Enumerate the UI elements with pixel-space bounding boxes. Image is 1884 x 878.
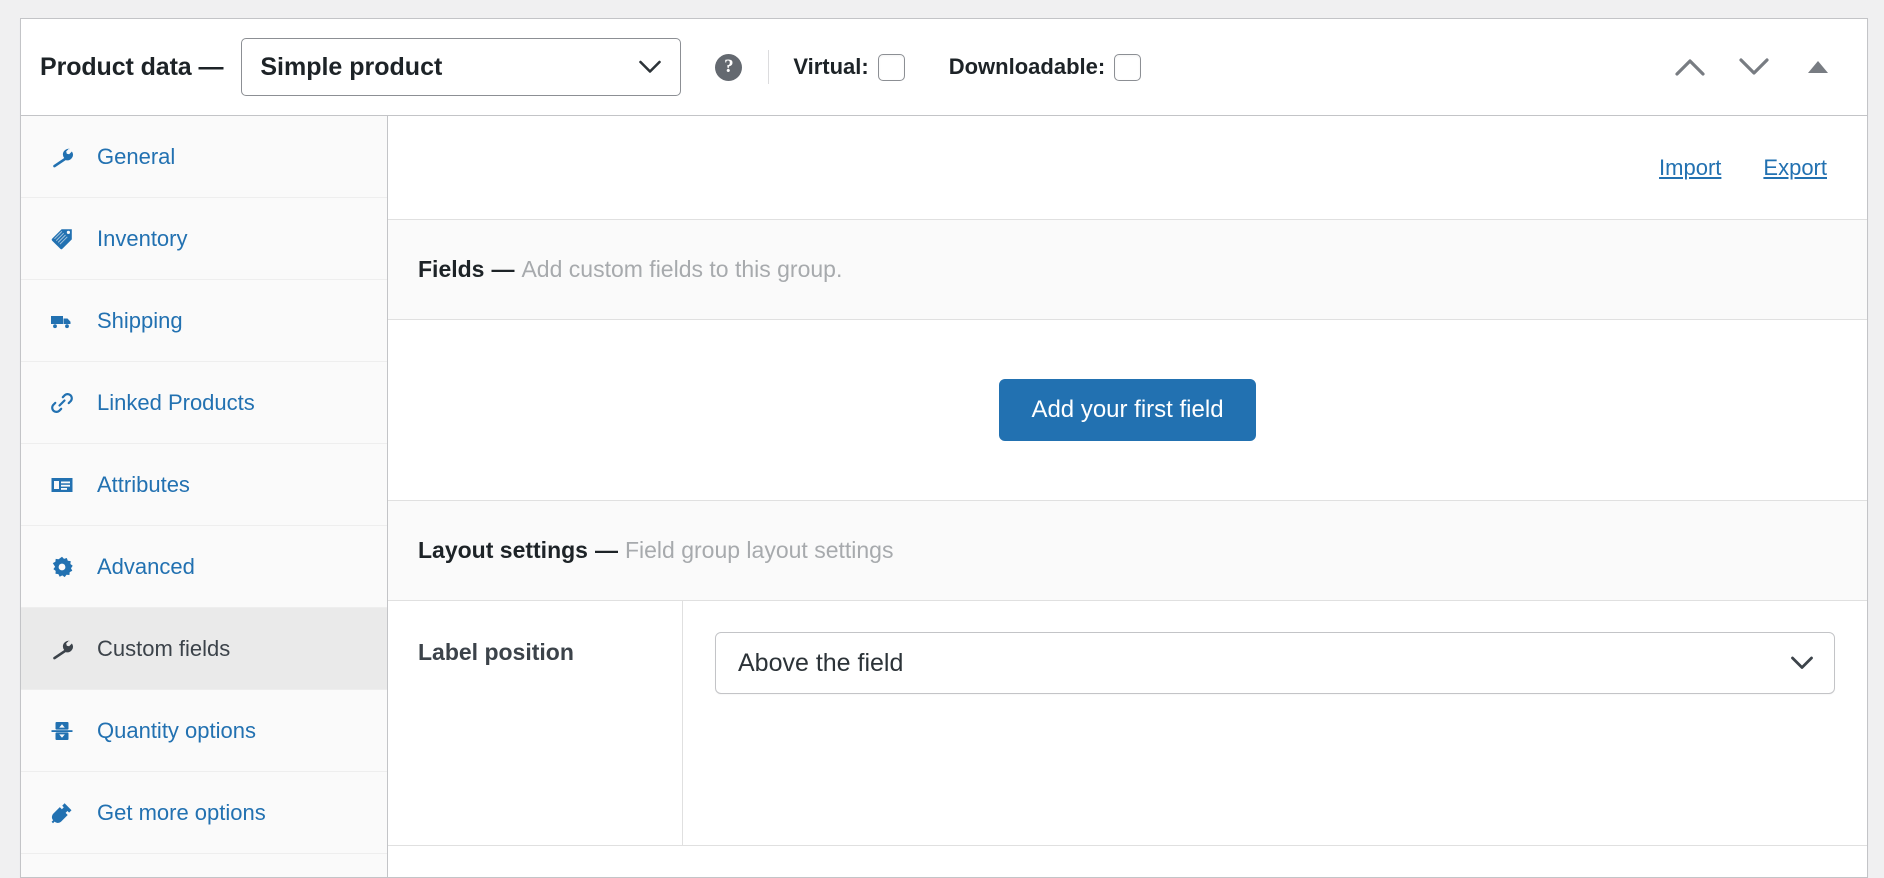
panel-header-actions — [1669, 46, 1839, 88]
sidebar-item-get-more-options[interactable]: Get more options — [21, 772, 387, 854]
move-up-button[interactable] — [1669, 46, 1711, 88]
help-glyph: ? — [724, 56, 734, 78]
list-view-icon — [49, 472, 75, 498]
virtual-checkbox-group[interactable]: Virtual: — [793, 54, 904, 81]
panel-header: Product data — Simple product ? Virtual:… — [21, 19, 1867, 116]
fields-empty-state: Add your first field — [388, 320, 1867, 501]
sidebar-item-advanced[interactable]: Advanced — [21, 526, 387, 608]
fields-section-dash: — — [491, 256, 514, 283]
label-position-row: Label position Above the field — [388, 601, 1867, 846]
sidebar-item-general[interactable]: General — [21, 116, 387, 198]
import-link[interactable]: Import — [1659, 155, 1721, 181]
label-position-label-column: Label position — [388, 601, 683, 845]
layout-section-description: Field group layout settings — [625, 537, 894, 564]
sidebar-item-label: Custom fields — [97, 636, 230, 662]
sidebar-item-label: Quantity options — [97, 718, 256, 744]
sidebar-item-label: Attributes — [97, 472, 190, 498]
add-first-field-button[interactable]: Add your first field — [999, 379, 1255, 441]
page-title: Product data — — [40, 53, 223, 82]
sidebar-item-label: Advanced — [97, 554, 195, 580]
panel-body: General Inventory — [21, 116, 1867, 877]
sidebar-item-label: General — [97, 144, 175, 170]
plugin-icon — [49, 800, 75, 826]
sidebar-item-attributes[interactable]: Attributes — [21, 444, 387, 526]
sidebar-item-label: Shipping — [97, 308, 183, 334]
layout-settings-header: Layout settings — Field group layout set… — [388, 501, 1867, 601]
wrench-icon — [49, 636, 75, 662]
custom-fields-content: Import Export Fields — Add custom fields… — [388, 116, 1867, 877]
label-position-input-column: Above the field — [683, 601, 1867, 845]
chevron-down-icon — [1739, 58, 1769, 76]
link-icon — [49, 390, 75, 416]
sidebar-item-linked-products[interactable]: Linked Products — [21, 362, 387, 444]
gear-icon — [49, 554, 75, 580]
fields-section-description: Add custom fields to this group. — [521, 256, 842, 283]
sidebar-item-quantity-options[interactable]: Quantity options — [21, 690, 387, 772]
triangle-up-icon — [1807, 60, 1829, 74]
sidebar-item-label: Linked Products — [97, 390, 255, 416]
sidebar-item-shipping[interactable]: Shipping — [21, 280, 387, 362]
virtual-checkbox[interactable] — [878, 54, 905, 81]
product-data-tabs: General Inventory — [21, 116, 388, 877]
chevron-up-icon — [1675, 58, 1705, 76]
product-type-select-wrapper: Simple product — [241, 38, 681, 96]
stepper-icon — [49, 718, 75, 744]
sidebar-item-custom-fields[interactable]: Custom fields — [21, 608, 387, 690]
fields-section-header: Fields — Add custom fields to this group… — [388, 220, 1867, 320]
label-position-select[interactable]: Above the field — [715, 632, 1835, 694]
downloadable-checkbox-group[interactable]: Downloadable: — [949, 54, 1141, 81]
wrench-icon — [49, 144, 75, 170]
fields-section-title: Fields — [418, 256, 484, 283]
toggle-panel-button[interactable] — [1797, 46, 1839, 88]
virtual-label: Virtual: — [793, 54, 868, 80]
header-divider — [768, 50, 769, 84]
label-position-label: Label position — [418, 639, 574, 665]
tag-icon — [49, 226, 75, 252]
product-type-select[interactable]: Simple product — [241, 38, 681, 96]
layout-section-title: Layout settings — [418, 537, 588, 564]
downloadable-checkbox[interactable] — [1114, 54, 1141, 81]
content-toolbar: Import Export — [388, 116, 1867, 220]
truck-icon — [49, 308, 75, 334]
downloadable-label: Downloadable: — [949, 54, 1105, 80]
sidebar-item-label: Inventory — [97, 226, 188, 252]
product-data-panel: Product data — Simple product ? Virtual:… — [20, 18, 1868, 878]
help-icon[interactable]: ? — [715, 54, 742, 81]
sidebar-item-label: Get more options — [97, 800, 266, 826]
layout-section-dash: — — [595, 537, 618, 564]
sidebar-item-inventory[interactable]: Inventory — [21, 198, 387, 280]
move-down-button[interactable] — [1733, 46, 1775, 88]
label-position-select-wrapper: Above the field — [715, 632, 1835, 694]
export-link[interactable]: Export — [1763, 155, 1827, 181]
